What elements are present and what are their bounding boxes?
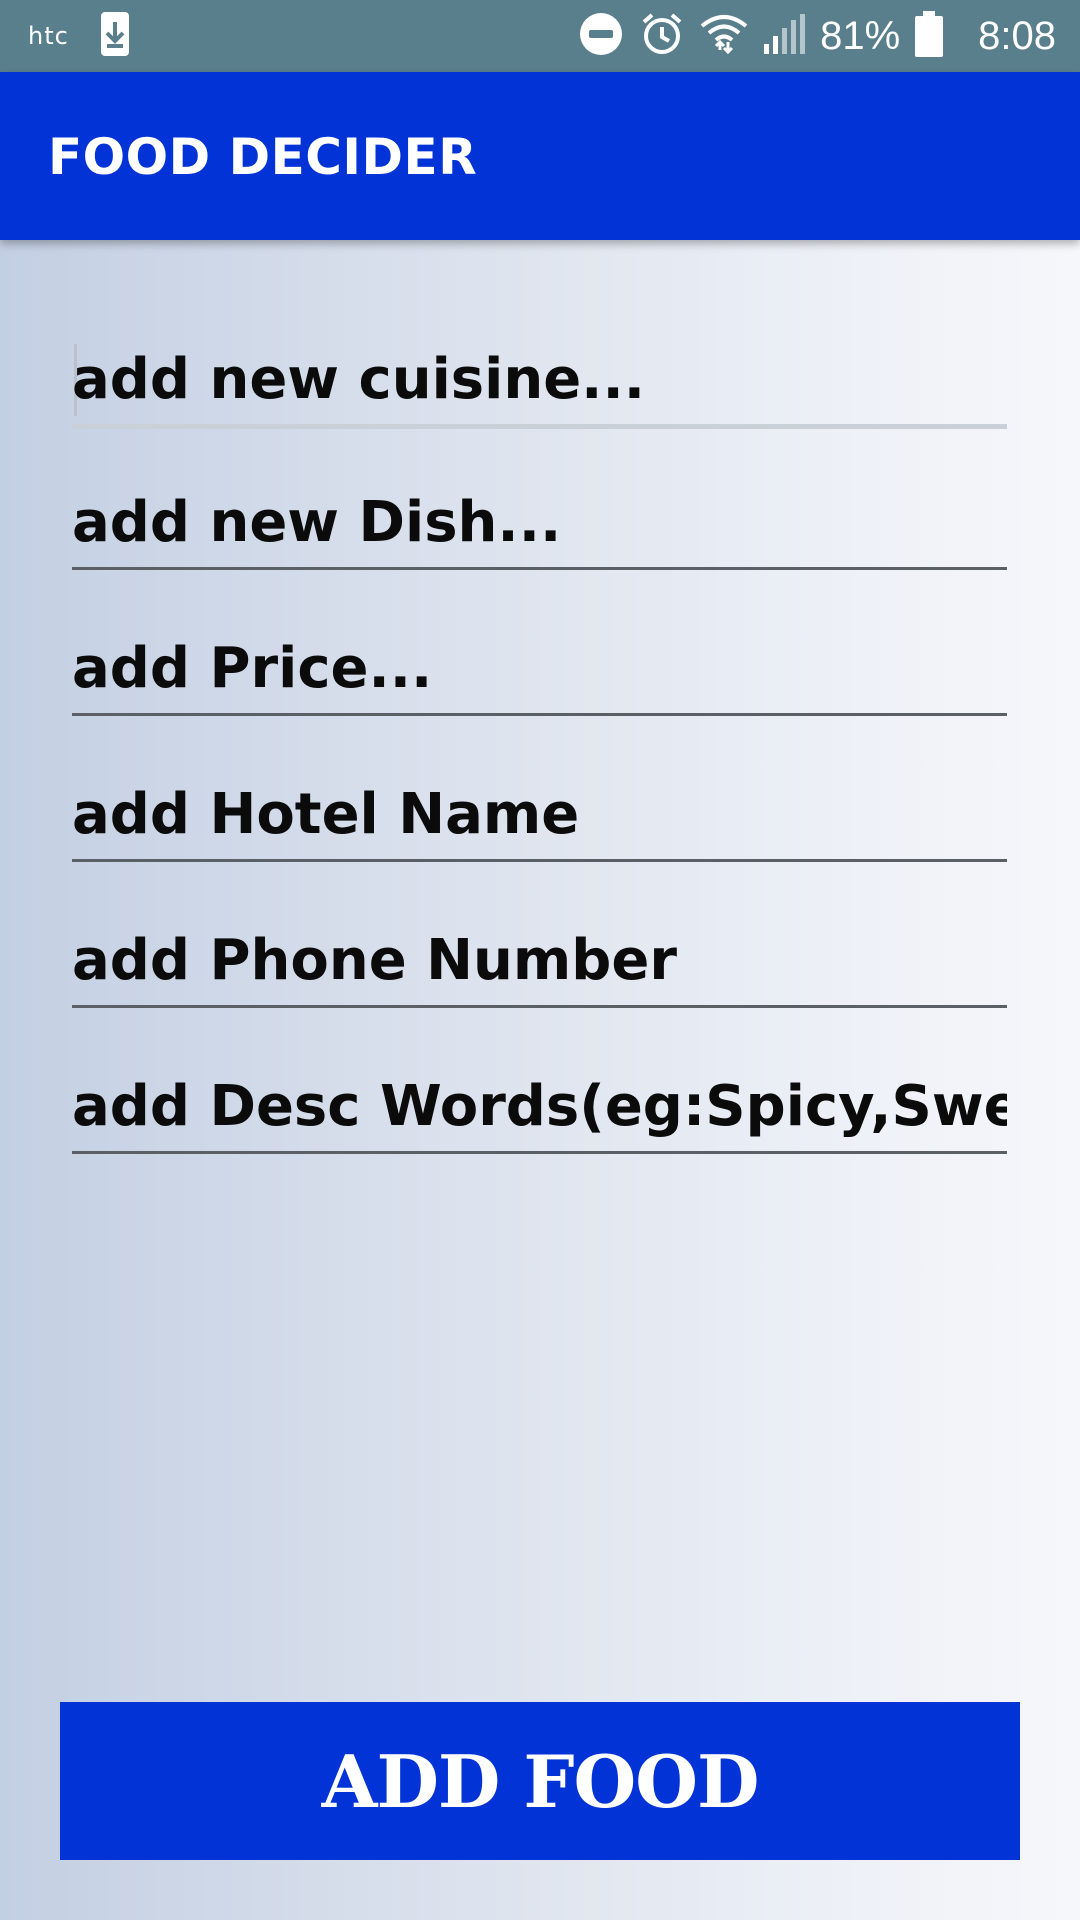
status-left: htc (28, 0, 131, 72)
alarm-icon (638, 10, 686, 62)
status-right: 81% 8:08 (578, 0, 1056, 72)
hotel-name-input-text: add Hotel Name (72, 782, 580, 847)
dish-input-text: add new Dish... (72, 490, 562, 555)
phone-number-input-text: add Phone Number (72, 928, 677, 993)
signal-icon (762, 12, 806, 60)
add-food-button-label: ADD FOOD (321, 1738, 760, 1824)
hotel-name-input[interactable]: add Hotel Name (72, 763, 1007, 862)
add-food-button[interactable]: ADD FOOD (60, 1702, 1020, 1860)
status-bar: htc 81% 8:08 (0, 0, 1080, 72)
price-input-text: add Price... (72, 636, 433, 701)
download-icon (99, 10, 131, 62)
description-words-input[interactable]: add Desc Words(eg:Spicy,Sweet, (72, 1055, 1007, 1154)
brand-logo: htc (28, 22, 69, 50)
cuisine-input[interactable]: add new cuisine... (72, 328, 1007, 429)
dnd-icon (578, 11, 624, 61)
battery-percent: 81% (820, 13, 901, 58)
cuisine-input-text: add new cuisine... (72, 347, 645, 412)
app-title: FOOD DECIDER (48, 128, 478, 186)
phone-number-input[interactable]: add Phone Number (72, 909, 1007, 1008)
clock: 8:08 (978, 13, 1056, 58)
app-bar: FOOD DECIDER (0, 72, 1080, 240)
description-words-input-text: add Desc Words(eg:Spicy,Sweet, (72, 1074, 1007, 1139)
price-input[interactable]: add Price... (72, 617, 1007, 716)
battery-icon (914, 10, 944, 62)
wifi-icon (700, 10, 748, 62)
dish-input[interactable]: add new Dish... (72, 471, 1007, 570)
